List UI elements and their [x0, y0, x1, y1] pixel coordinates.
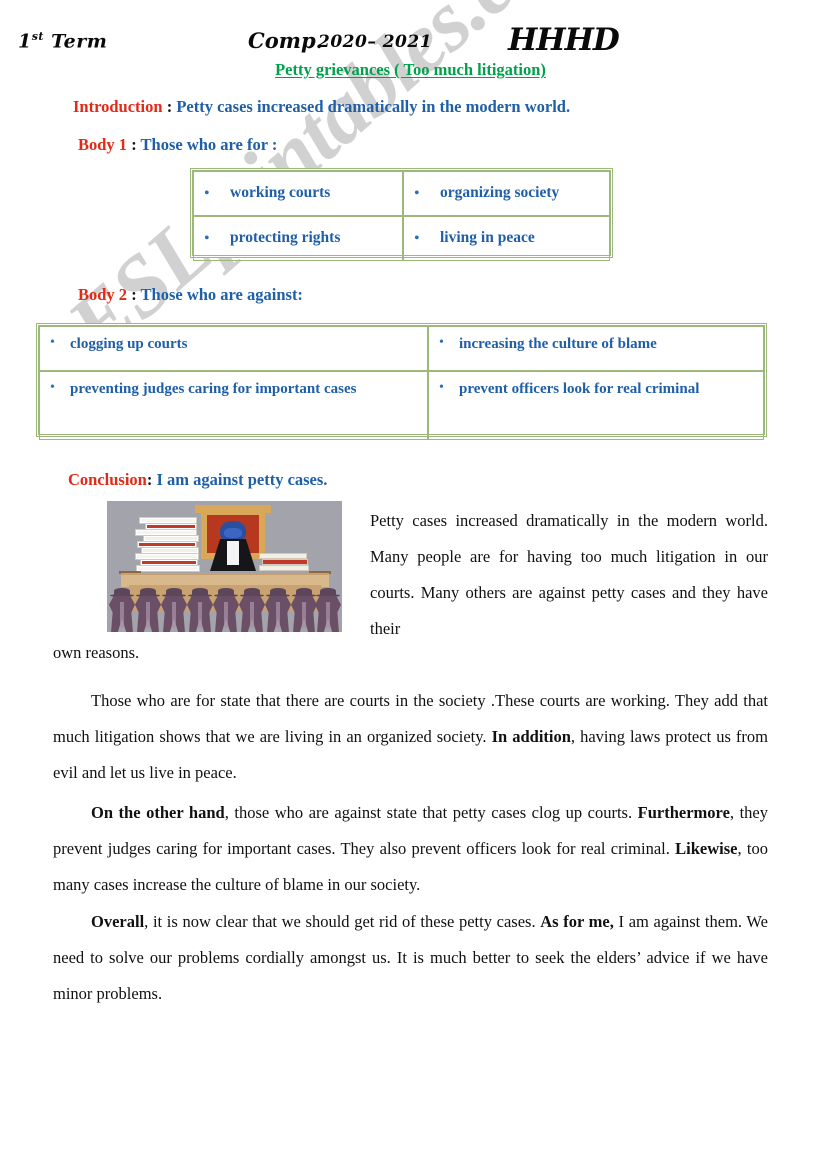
table-cell: • clogging up courts [39, 326, 428, 371]
crowd-person [291, 588, 317, 632]
arguments-against-table: • clogging up courts • increasing the cu… [36, 323, 767, 440]
table-cell: • working courts [193, 171, 403, 216]
paper-stack-right [259, 553, 315, 575]
bullet-icon: • [204, 184, 210, 202]
table-cell: • increasing the culture of blame [428, 326, 764, 371]
arguments-against-paragraph: On the other hand, those who are against… [53, 795, 768, 903]
body1-line: Body 1 : Those who are for : [78, 135, 277, 155]
introduction-line: Introduction : Petty cases increased dra… [73, 97, 570, 117]
crowd-person [315, 588, 341, 632]
table-cell: • living in peace [403, 216, 610, 261]
connector-furthermore: Furthermore [637, 803, 730, 822]
bullet-icon: • [204, 229, 210, 247]
crowd-person [213, 588, 239, 632]
body1-separator: : [127, 135, 141, 154]
paper-stack-left [135, 517, 205, 573]
connector-in-addition: In addition [491, 727, 571, 746]
para-text: , those who are against state that petty… [224, 803, 638, 822]
crowd-person [109, 588, 135, 632]
body2-text: Those who are against: [140, 285, 303, 304]
bullet-icon: • [50, 335, 55, 350]
crowd-person [265, 588, 291, 632]
page-title: Petty grievances ( Too much litigation) [275, 60, 546, 79]
conclusion-line: Conclusion: I am against petty cases. [68, 470, 327, 490]
bullet-icon: • [439, 335, 444, 350]
teacher-initials: HHHD [508, 22, 620, 58]
table-cell-text: organizing society [440, 184, 560, 202]
subject-label: Comp. [248, 28, 323, 53]
conclusion-label: Conclusion [68, 470, 147, 489]
table-cell: • organizing society [403, 171, 610, 216]
table-cell-text: increasing the culture of blame [459, 336, 657, 352]
bullet-icon: • [414, 229, 420, 247]
school-year-label: 2020– 2021 [318, 32, 433, 52]
crowd-person [135, 588, 161, 632]
table-cell-text: clogging up courts [70, 336, 188, 352]
body2-label: Body 2 [78, 285, 128, 304]
bullet-icon: • [50, 380, 55, 395]
crowd-person [161, 588, 187, 632]
term-label: 1st Term [18, 30, 108, 53]
crowd-person [187, 588, 213, 632]
body2-separator: : [127, 285, 141, 304]
crowd-person [239, 588, 265, 632]
para-text: , it is now clear that we should get rid… [144, 912, 541, 931]
crowd-silhouettes [107, 587, 342, 632]
bullet-icon: • [439, 380, 444, 395]
table-cell-text: preventing judges caring for important c… [70, 381, 357, 397]
judge-face [224, 528, 242, 538]
courtroom-illustration [107, 501, 342, 632]
intro-paragraph: Petty cases increased dramatically in th… [370, 511, 768, 638]
connector-as-for-me: As for me, [540, 912, 614, 931]
body1-label: Body 1 [78, 135, 128, 154]
introduction-text: Petty cases increased dramatically in th… [176, 97, 571, 116]
conclusion-text: I am against petty cases. [156, 470, 328, 489]
intro-paragraph-tail: own reasons. [53, 643, 140, 662]
introduction-separator: : [162, 97, 177, 116]
arguments-for-paragraph: Those who are for state that there are c… [53, 683, 768, 791]
body2-line: Body 2 : Those who are against: [78, 285, 303, 305]
table-cell-text: protecting rights [230, 229, 341, 247]
table-cell-text: living in peace [440, 229, 535, 247]
arguments-for-table: • working courts • organizing society • … [190, 168, 613, 261]
table-cell-text: prevent officers look for real criminal [459, 381, 700, 397]
introduction-label: Introduction [73, 97, 163, 116]
table-cell-text: working courts [230, 184, 331, 202]
connector-likewise: Likewise [675, 839, 738, 858]
conclusion-paragraph: Overall, it is now clear that we should … [53, 904, 768, 1012]
bullet-icon: • [414, 184, 420, 202]
connector-overall: Overall [91, 912, 145, 931]
judge-collar [227, 541, 239, 565]
connector-on-the-other-hand: On the other hand [91, 803, 225, 822]
worksheet-page: ESLprintables.com 1st Term Comp. 2020– 2… [0, 0, 821, 1161]
table-cell: • protecting rights [193, 216, 403, 261]
table-cell: • prevent officers look for real crimina… [428, 371, 764, 440]
table-cell: • preventing judges caring for important… [39, 371, 428, 440]
body1-text: Those who are for : [140, 135, 278, 154]
